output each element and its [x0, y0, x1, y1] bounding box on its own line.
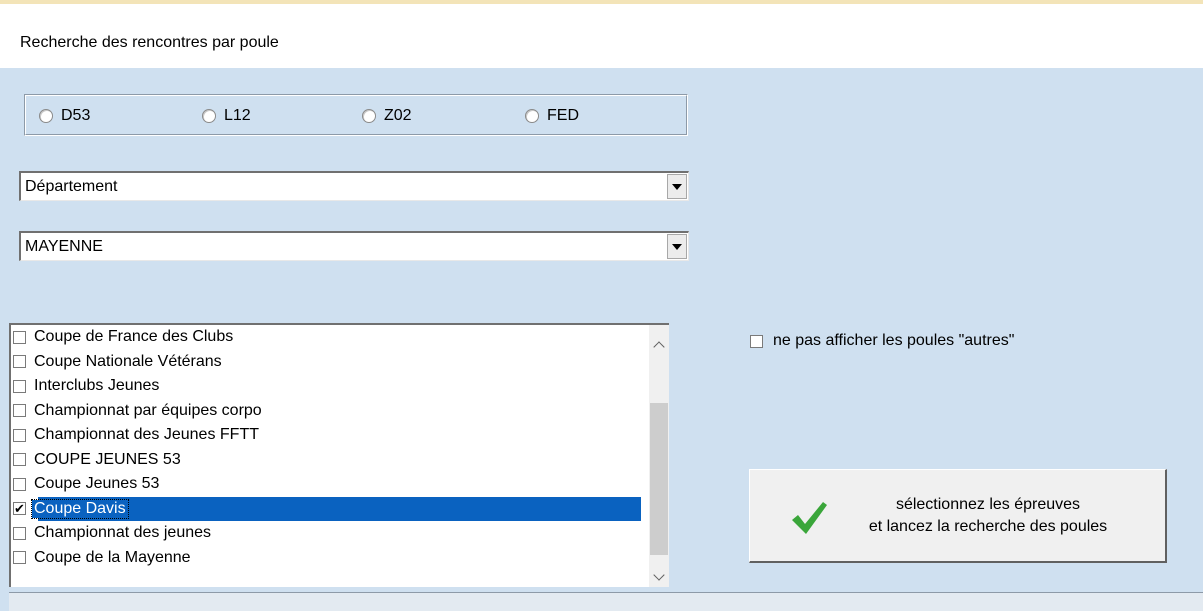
search-pools-label-line1: sélectionnez les épreuves: [895, 496, 1081, 513]
competition-list-item[interactable]: Coupe de France des Clubs: [11, 325, 641, 350]
radio-label: Z02: [384, 107, 412, 124]
level-select[interactable]: Département: [19, 171, 689, 201]
radio-label: FED: [547, 107, 579, 124]
radio-button-icon[interactable]: [525, 109, 539, 123]
competition-label: Coupe Jeunes 53: [34, 475, 160, 493]
competition-label: Championnat par équipes corpo: [34, 401, 262, 419]
hide-other-pools-label: ne pas afficher les poules "autres": [773, 332, 1015, 349]
competition-label: Coupe de France des Clubs: [34, 328, 234, 346]
chevron-down-icon: [653, 569, 665, 581]
competition-label: Coupe Nationale Vétérans: [34, 352, 222, 370]
scroll-thumb[interactable]: [650, 403, 668, 555]
level-select-value: Département: [25, 178, 118, 195]
chevron-up-icon: [653, 341, 665, 353]
competition-checkbox[interactable]: [13, 551, 26, 565]
radio-z02[interactable]: Z02: [362, 107, 412, 125]
search-pools-label-line2: et lancez la recherche des poules: [868, 518, 1108, 535]
competition-checkbox[interactable]: [13, 477, 26, 491]
competition-label: Interclubs Jeunes: [34, 377, 160, 395]
competition-list-items: Coupe de France des Clubs Coupe Nationale…: [11, 325, 641, 570]
radio-button-icon[interactable]: [202, 109, 216, 123]
level-select-dropdown-button[interactable]: [667, 174, 687, 199]
competition-label: Coupe Davis: [31, 498, 129, 519]
radio-button-icon[interactable]: [39, 109, 53, 123]
chevron-down-icon: [672, 183, 682, 190]
competition-checkbox[interactable]: [13, 453, 26, 467]
competition-label: COUPE JEUNES 53: [34, 450, 181, 468]
radio-d53[interactable]: D53: [39, 107, 90, 125]
page-title: Recherche des rencontres par poule: [20, 34, 279, 51]
radio-button-icon[interactable]: [362, 109, 376, 123]
checkmark-icon: [792, 502, 827, 534]
competition-list[interactable]: Coupe de France des Clubs Coupe Nationale…: [9, 323, 669, 587]
radio-label: L12: [224, 107, 251, 124]
competition-label: Championnat des jeunes: [34, 524, 212, 542]
scroll-down-button[interactable]: [649, 567, 669, 587]
competition-checkbox[interactable]: [13, 355, 26, 369]
header: Recherche des rencontres par poule: [0, 4, 1203, 68]
region-select-dropdown-button[interactable]: [667, 234, 687, 259]
competition-list-item[interactable]: Championnat par équipes corpo: [11, 399, 641, 424]
competition-list-item[interactable]: Coupe de la Mayenne: [11, 546, 641, 571]
hide-other-pools-option[interactable]: ne pas afficher les poules "autres": [748, 332, 1014, 350]
search-pools-button-label: sélectionnez les épreuves et lancez la r…: [838, 494, 1138, 538]
level-radio-group: D53 L12 Z02 FED: [24, 94, 688, 136]
hide-other-pools-checkbox[interactable]: [750, 334, 763, 348]
status-bar: [9, 592, 1203, 611]
competition-list-item[interactable]: Coupe Nationale Vétérans: [11, 350, 641, 375]
competition-list-item[interactable]: Championnat des Jeunes FFTT: [11, 423, 641, 448]
region-select[interactable]: MAYENNE: [19, 231, 689, 261]
competition-checkbox[interactable]: [13, 404, 26, 418]
competition-checkbox[interactable]: [13, 379, 26, 393]
region-select-value: MAYENNE: [25, 238, 103, 255]
radio-l12[interactable]: L12: [202, 107, 251, 125]
competition-label: Championnat des Jeunes FFTT: [34, 426, 259, 444]
chevron-down-icon: [672, 243, 682, 250]
competition-label: Coupe de la Mayenne: [34, 548, 191, 566]
competition-list-item[interactable]: Coupe Jeunes 53: [11, 472, 641, 497]
competition-list-item[interactable]: ✔ Coupe Davis: [11, 496, 641, 521]
search-pools-button[interactable]: sélectionnez les épreuves et lancez la r…: [749, 469, 1167, 563]
competition-checkbox[interactable]: ✔: [13, 502, 26, 516]
scroll-up-button[interactable]: [649, 335, 669, 355]
competition-list-item[interactable]: COUPE JEUNES 53: [11, 448, 641, 473]
competition-list-item[interactable]: Championnat des jeunes: [11, 521, 641, 546]
list-scrollbar[interactable]: [649, 325, 669, 587]
competition-list-item[interactable]: Interclubs Jeunes: [11, 374, 641, 399]
competition-checkbox[interactable]: [13, 526, 26, 540]
radio-label: D53: [61, 107, 91, 124]
competition-checkbox[interactable]: [13, 428, 26, 442]
radio-fed[interactable]: FED: [525, 107, 579, 125]
competition-checkbox[interactable]: [13, 330, 26, 344]
